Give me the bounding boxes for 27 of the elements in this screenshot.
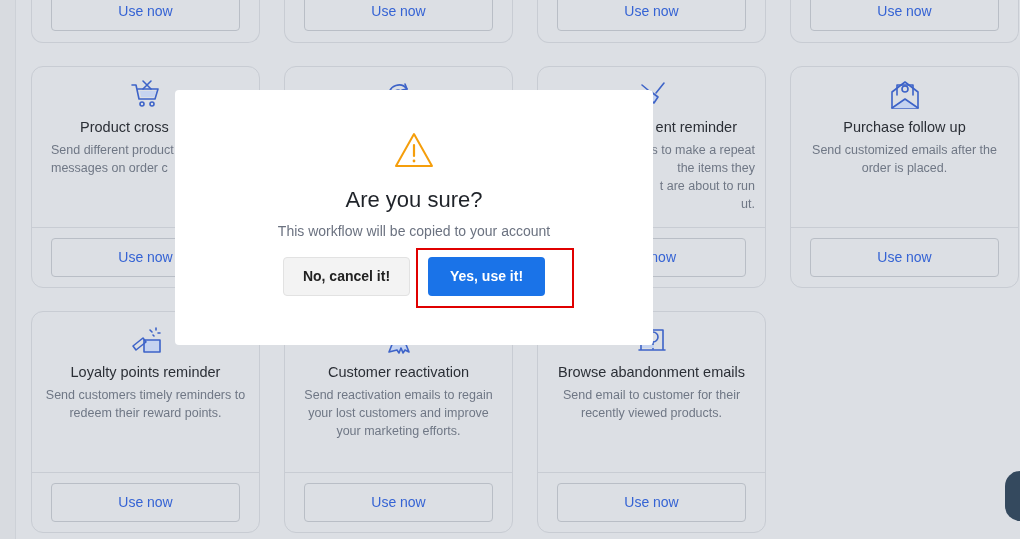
- dialog-message: This workflow will be copied to your account: [277, 222, 551, 240]
- use-now-button[interactable]: Use now: [810, 238, 999, 277]
- warning-icon: [394, 132, 434, 168]
- card-title: Purchase follow up: [843, 118, 966, 137]
- use-now-button[interactable]: Use now: [810, 0, 999, 31]
- use-now-button[interactable]: Use now: [557, 483, 746, 522]
- card-title: Customer reactivation: [328, 363, 469, 382]
- card-description: Send customized emails after the order is placed.: [812, 142, 997, 177]
- use-now-button[interactable]: Use now: [51, 0, 240, 31]
- use-now-button[interactable]: Use now: [557, 0, 746, 31]
- card-title: Browse abandonment emails: [558, 363, 745, 382]
- confirm-button[interactable]: Yes, use it!: [428, 257, 545, 296]
- card-description: Send reactivation emails to regain your lost customers and improve your marketing efforts.: [304, 387, 493, 440]
- card-description: Send email to customer for their recently viewed products.: [562, 387, 741, 422]
- dialog-title: Are you sure?: [345, 186, 483, 214]
- cancel-button[interactable]: No, cancel it!: [283, 257, 410, 296]
- use-now-button[interactable]: Use now: [51, 483, 240, 522]
- card-title: Product cross: [80, 118, 169, 137]
- use-now-button[interactable]: Use now: [304, 483, 493, 522]
- card-title: ent reminder: [655, 118, 737, 137]
- chat-button[interactable]: [1005, 471, 1020, 521]
- card-description: Send customers timely reminders to redeem their reward points.: [45, 387, 246, 422]
- card-description: Send different product messages on order c: [51, 142, 174, 177]
- use-now-button[interactable]: Use now: [304, 0, 493, 31]
- card-title: Loyalty points reminder: [70, 363, 221, 382]
- gift-icon: [129, 324, 162, 356]
- envelope-icon: [888, 79, 921, 111]
